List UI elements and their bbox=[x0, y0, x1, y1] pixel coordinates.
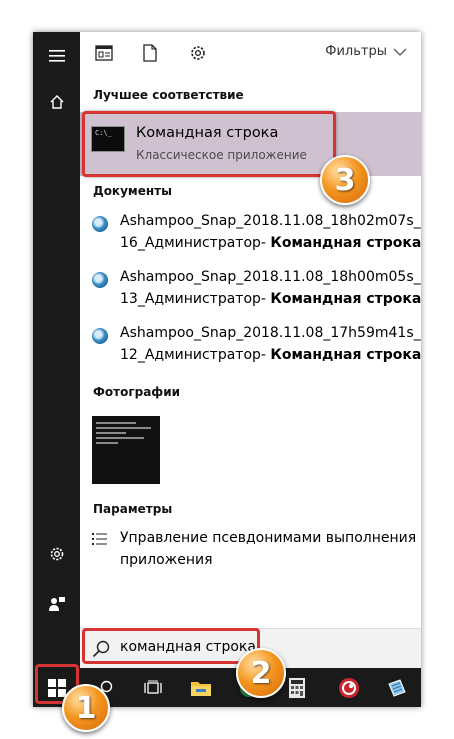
settings-result-line1: Управление псевдонимами выполнения bbox=[120, 530, 417, 546]
settings-heading: Параметры bbox=[93, 502, 173, 516]
gear-icon bbox=[191, 46, 205, 60]
folder-icon bbox=[191, 681, 211, 696]
document-result[interactable]: Ashampoo_Snap_2018.11.08_18h02m07s_0 16_… bbox=[80, 210, 421, 254]
documents-heading: Документы bbox=[93, 184, 172, 198]
home-icon bbox=[50, 95, 63, 109]
document-name-line2-match: Командная строка bbox=[270, 235, 421, 251]
browser-app-button[interactable] bbox=[325, 668, 373, 707]
search-annotation-outline bbox=[82, 628, 260, 664]
notepad-app-button[interactable] bbox=[373, 668, 421, 707]
list-settings-icon bbox=[92, 533, 107, 545]
step-2-badge: 2 bbox=[236, 648, 286, 698]
document-name-line1: Ashampoo_Snap_2018.11.08_18h02m07s_0 bbox=[120, 213, 421, 229]
document-list-icon bbox=[95, 45, 113, 61]
calculator-icon bbox=[289, 677, 305, 698]
settings-filter-button[interactable] bbox=[183, 38, 213, 68]
best-match-annotation-outline bbox=[82, 111, 336, 177]
step-1-badge: 1 bbox=[62, 684, 110, 732]
photos-heading: Фотографии bbox=[93, 385, 181, 399]
hamburger-icon bbox=[48, 50, 65, 62]
document-name-line2: 13_Администратор- Командная строка bbox=[120, 291, 421, 307]
document-result[interactable]: Ashampoo_Snap_2018.11.08_17h59m41s_0 12_… bbox=[80, 322, 421, 366]
image-file-icon bbox=[92, 216, 108, 232]
apps-filter-button[interactable] bbox=[89, 38, 119, 68]
file-icon bbox=[143, 44, 157, 62]
task-view-button[interactable] bbox=[129, 668, 177, 707]
settings-result-line2: приложения bbox=[120, 552, 213, 568]
document-name-line2: 12_Администратор- Командная строка bbox=[120, 347, 421, 363]
filters-label: Фильтры bbox=[325, 44, 387, 59]
document-name-line2-match: Командная строка bbox=[270, 291, 421, 307]
red-round-app-icon bbox=[339, 677, 359, 698]
image-file-icon bbox=[92, 328, 108, 344]
documents-filter-button[interactable] bbox=[135, 38, 165, 68]
file-explorer-button[interactable] bbox=[177, 668, 225, 707]
photo-thumbnail[interactable] bbox=[92, 416, 160, 484]
home-button[interactable] bbox=[33, 80, 80, 124]
task-view-icon bbox=[144, 680, 162, 694]
settings-rail-button[interactable] bbox=[33, 532, 80, 576]
document-name-line2-plain: 16_Администратор- bbox=[120, 235, 271, 251]
gear-icon bbox=[50, 547, 63, 561]
left-rail bbox=[33, 32, 80, 668]
document-name-line2-plain: 12_Администратор- bbox=[120, 347, 271, 363]
document-result[interactable]: Ashampoo_Snap_2018.11.08_18h00m05s_0 13_… bbox=[80, 266, 421, 310]
document-name-line1: Ashampoo_Snap_2018.11.08_17h59m41s_0 bbox=[120, 325, 421, 341]
document-name-line2-plain: 13_Администратор- bbox=[120, 291, 271, 307]
image-file-icon bbox=[92, 272, 108, 288]
document-name-line1: Ashampoo_Snap_2018.11.08_18h00m05s_0 bbox=[120, 269, 421, 285]
document-name-line2: 16_Администратор- Командная строка bbox=[120, 235, 421, 251]
hamburger-menu-button[interactable] bbox=[33, 34, 80, 78]
settings-result[interactable]: Управление псевдонимами выполнения прило… bbox=[80, 528, 421, 572]
step-3-badge: 3 bbox=[320, 155, 370, 205]
notebook-pencil-icon bbox=[388, 678, 406, 697]
filters-dropdown[interactable]: Фильтры bbox=[325, 44, 407, 59]
chevron-down-icon bbox=[393, 48, 407, 56]
user-feedback-button[interactable] bbox=[33, 582, 80, 626]
best-match-heading: Лучшее соответствие bbox=[93, 88, 244, 102]
document-name-line2-match: Командная строка bbox=[270, 347, 421, 363]
person-icon bbox=[48, 597, 65, 611]
